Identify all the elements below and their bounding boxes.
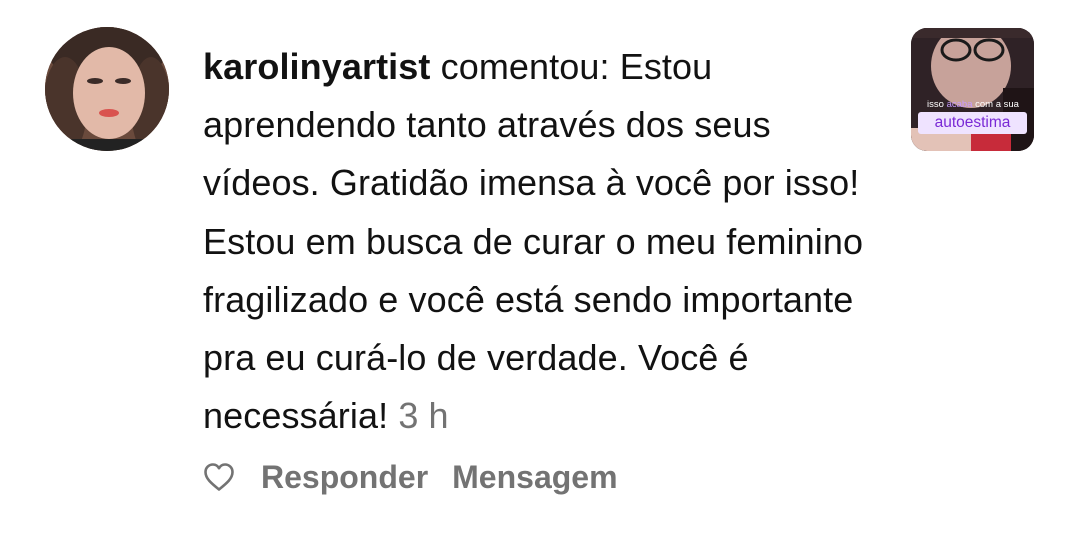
message-button[interactable]: Mensagem: [452, 459, 617, 496]
thumbnail-caption: isso acaba com a sua: [916, 99, 1030, 110]
comment-username[interactable]: karolinyartist: [203, 46, 431, 87]
avatar-photo: [45, 27, 169, 151]
post-thumbnail[interactable]: isso acaba com a sua autoestima: [911, 28, 1034, 151]
thumbnail-caption-word1: isso: [927, 99, 944, 110]
heart-outline-icon[interactable]: [203, 462, 235, 492]
comment-timestamp: 3 h: [398, 395, 449, 437]
avatar[interactable]: [45, 27, 169, 151]
comment-verb: comentou:: [440, 46, 610, 87]
comment-text: Estou aprendendo tanto através dos seus …: [203, 46, 864, 437]
comment-body: karolinyartist comentou: Estou aprendend…: [203, 38, 883, 445]
reply-button[interactable]: Responder: [261, 459, 428, 496]
thumbnail-caption-word2: acaba: [946, 99, 973, 110]
thumbnail-label: autoestima: [918, 112, 1027, 134]
thumbnail-caption-rest: com a sua: [975, 99, 1019, 110]
comment-actions: Responder Mensagem: [203, 456, 642, 498]
